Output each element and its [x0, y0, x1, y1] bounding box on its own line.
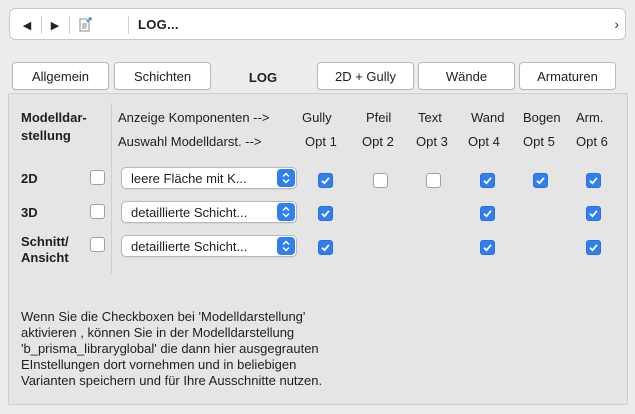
checkbox-2d-opt4[interactable]	[480, 173, 495, 188]
checkbox-3d-opt6[interactable]	[586, 206, 601, 221]
column-header-opt5: Opt 5	[523, 134, 555, 149]
checkbox-schnitt-opt4[interactable]	[480, 240, 495, 255]
column-header-opt4: Opt 4	[468, 134, 500, 149]
modell-checkbox-schnitt[interactable]	[90, 237, 105, 252]
row-label-ansicht: Ansicht	[21, 250, 69, 265]
tab-label: LOG	[248, 69, 278, 85]
note-line: 'b_prisma_libraryglobal' die dann hier a…	[21, 341, 319, 356]
checkmark-icon	[589, 244, 598, 252]
updown-chevron-icon	[277, 203, 295, 221]
select-value: detaillierte Schicht...	[131, 239, 248, 254]
checkmark-icon	[483, 177, 492, 185]
checkmark-icon	[536, 177, 545, 185]
modelldarstellung-header-line2: stellung	[21, 128, 71, 143]
note-line: aktivieren , können Sie in der Modelldar…	[21, 325, 295, 340]
checkbox-2d-opt3[interactable]	[426, 173, 441, 188]
tab-2d-gully[interactable]: 2D + Gully	[317, 62, 414, 90]
navigation-bar: ◀ ▶ LOG... ›	[9, 8, 626, 40]
row-label-schnitt: Schnitt/	[21, 234, 69, 249]
document-share-icon	[79, 17, 92, 32]
tab-armaturen[interactable]: Armaturen	[519, 62, 616, 90]
auswahl-label: Auswahl Modelldarst. -->	[118, 134, 262, 149]
info-note: Wenn Sie die Checkboxen bei 'Modelldarst…	[21, 309, 441, 389]
tab-allgemein[interactable]: Allgemein	[12, 62, 109, 90]
modell-checkbox-3d[interactable]	[90, 204, 105, 219]
checkmark-icon	[589, 210, 598, 218]
column-header-opt1: Opt 1	[305, 134, 337, 149]
updown-chevron-icon	[277, 169, 295, 187]
tab-label: Wände	[445, 68, 488, 84]
checkmark-icon	[321, 210, 330, 218]
tab-waende[interactable]: Wände	[418, 62, 515, 90]
divider	[128, 16, 129, 34]
back-button[interactable]: ◀	[16, 14, 38, 36]
column-header-bogen: Bogen	[523, 110, 561, 125]
column-divider	[111, 103, 112, 274]
checkbox-3d-opt1[interactable]	[318, 206, 333, 221]
tab-label: 2D + Gully	[334, 68, 397, 84]
select-2d[interactable]: leere Fläche mit K...	[121, 167, 297, 189]
checkbox-schnitt-opt6[interactable]	[586, 240, 601, 255]
tab-schichten[interactable]: Schichten	[114, 62, 211, 90]
document-button[interactable]	[74, 14, 96, 36]
divider	[41, 16, 42, 34]
column-header-wand: Wand	[471, 110, 505, 125]
select-value: detaillierte Schicht...	[131, 205, 248, 220]
row-label-2d: 2D	[21, 171, 38, 186]
column-header-arm: Arm.	[576, 110, 604, 125]
column-header-text: Text	[418, 110, 442, 125]
checkbox-2d-opt2[interactable]	[373, 173, 388, 188]
checkmark-icon	[483, 244, 492, 252]
column-header-opt2: Opt 2	[362, 134, 394, 149]
checkbox-2d-opt5[interactable]	[533, 173, 548, 188]
checkmark-icon	[321, 177, 330, 185]
select-schnitt[interactable]: detaillierte Schicht...	[121, 235, 297, 257]
checkbox-2d-opt6[interactable]	[586, 173, 601, 188]
checkbox-2d-opt1[interactable]	[318, 173, 333, 188]
row-label-3d: 3D	[21, 205, 38, 220]
column-header-opt6: Opt 6	[576, 134, 608, 149]
forward-button[interactable]: ▶	[44, 14, 66, 36]
note-line: Wenn Sie die Checkboxen bei 'Modelldarst…	[21, 309, 306, 324]
checkbox-schnitt-opt1[interactable]	[318, 240, 333, 255]
tab-label: Schichten	[133, 68, 192, 84]
checkmark-icon	[589, 177, 598, 185]
updown-chevron-icon	[277, 237, 295, 255]
select-3d[interactable]: detaillierte Schicht...	[121, 201, 297, 223]
chevron-right-icon[interactable]: ›	[614, 16, 619, 32]
checkbox-3d-opt4[interactable]	[480, 206, 495, 221]
modelldarstellung-header-line1: Modelldar-	[21, 110, 87, 125]
triangle-right-icon: ▶	[50, 19, 60, 32]
column-header-pfeil: Pfeil	[366, 110, 392, 125]
page-title: LOG...	[138, 17, 179, 32]
tab-label: Allgemein	[31, 68, 90, 84]
select-value: leere Fläche mit K...	[131, 171, 247, 186]
tab-log[interactable]: LOG	[214, 60, 312, 94]
triangle-left-icon: ◀	[22, 19, 32, 32]
column-header-opt3: Opt 3	[416, 134, 448, 149]
column-header-gully: Gully	[302, 110, 332, 125]
note-line: EInstellungen dort vornehmen und in beli…	[21, 357, 297, 372]
tab-label: Armaturen	[537, 68, 598, 84]
checkmark-icon	[483, 210, 492, 218]
checkmark-icon	[321, 244, 330, 252]
note-line: Varianten speichern und für Ihre Ausschn…	[21, 373, 323, 388]
divider	[69, 16, 70, 34]
anzeige-label: Anzeige Komponenten -->	[118, 110, 270, 125]
modell-checkbox-2d[interactable]	[90, 170, 105, 185]
